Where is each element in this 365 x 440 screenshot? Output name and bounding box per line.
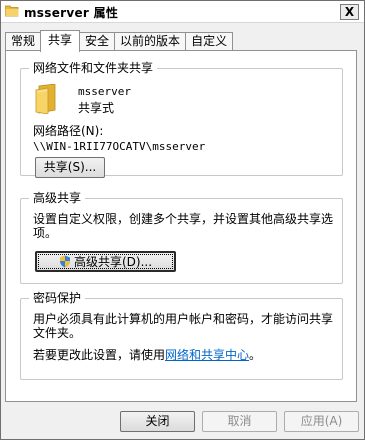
share-status: 共享式 — [78, 101, 115, 115]
tab-strip: 常规 共享 安全 以前的版本 自定义 — [5, 30, 234, 52]
sharing-panel: 网络文件和文件夹共享 msserver 共享式 网络路径(N): \\WIN-1… — [5, 50, 357, 402]
tab-general[interactable]: 常规 — [5, 32, 42, 51]
advanced-share-button[interactable]: 高级共享(D)... — [35, 251, 176, 272]
tab-security[interactable]: 安全 — [79, 32, 116, 51]
uac-shield-icon — [59, 255, 70, 268]
advanced-share-description: 设置自定义权限，创建多个共享，并设置其他高级共享选项。 — [33, 212, 334, 240]
change-setting-prefix: 若要更改此设置，请使用 — [33, 348, 166, 362]
advanced-share-legend: 高级共享 — [29, 190, 86, 206]
password-description: 用户必须具有此计算机的用户帐户和密码，才能访问共享文件夹。 — [33, 312, 334, 340]
apply-button[interactable]: 应用(A) — [284, 411, 359, 432]
network-share-legend: 网络文件和文件夹共享 — [29, 60, 158, 76]
tab-customize[interactable]: 自定义 — [185, 32, 234, 51]
network-share-group: 网络文件和文件夹共享 msserver 共享式 网络路径(N): \\WIN-1… — [20, 60, 343, 178]
close-dialog-button[interactable]: 关闭 — [120, 411, 195, 432]
advanced-share-button-label: 高级共享(D)... — [73, 255, 153, 269]
folder-title-icon — [5, 5, 19, 17]
change-setting-line: 若要更改此设置，请使用网络和共享中心。 — [33, 348, 338, 362]
folder-icon — [35, 84, 56, 114]
network-path-value: \\WIN-1RII77OCATV\msserver — [33, 140, 206, 153]
close-button[interactable]: X — [340, 4, 359, 20]
tab-sharing[interactable]: 共享 — [40, 30, 81, 52]
password-protection-group: 密码保护 用户必须具有此计算机的用户帐户和密码，才能访问共享文件夹。 若要更改此… — [20, 290, 343, 380]
advanced-share-group: 高级共享 设置自定义权限，创建多个共享，并设置其他高级共享选项。 高级共享(D)… — [20, 190, 343, 284]
password-protection-legend: 密码保护 — [29, 290, 86, 306]
title-bar[interactable]: msserver 属性 X — [1, 1, 364, 23]
folder-name: msserver — [78, 85, 131, 98]
cancel-button[interactable]: 取消 — [202, 411, 277, 432]
tab-previous-versions[interactable]: 以前的版本 — [114, 32, 187, 51]
close-icon: X — [344, 5, 355, 19]
network-sharing-center-link[interactable]: 网络和共享中心 — [165, 348, 249, 362]
network-path-label: 网络路径(N): — [33, 124, 104, 138]
change-setting-suffix: 。 — [249, 348, 262, 362]
properties-dialog: msserver 属性 X 常规 共享 安全 以前的版本 自定义 网络文件和文件… — [0, 0, 365, 440]
window-title: msserver 属性 — [24, 6, 119, 20]
share-button[interactable]: 共享(S)... — [35, 157, 105, 178]
